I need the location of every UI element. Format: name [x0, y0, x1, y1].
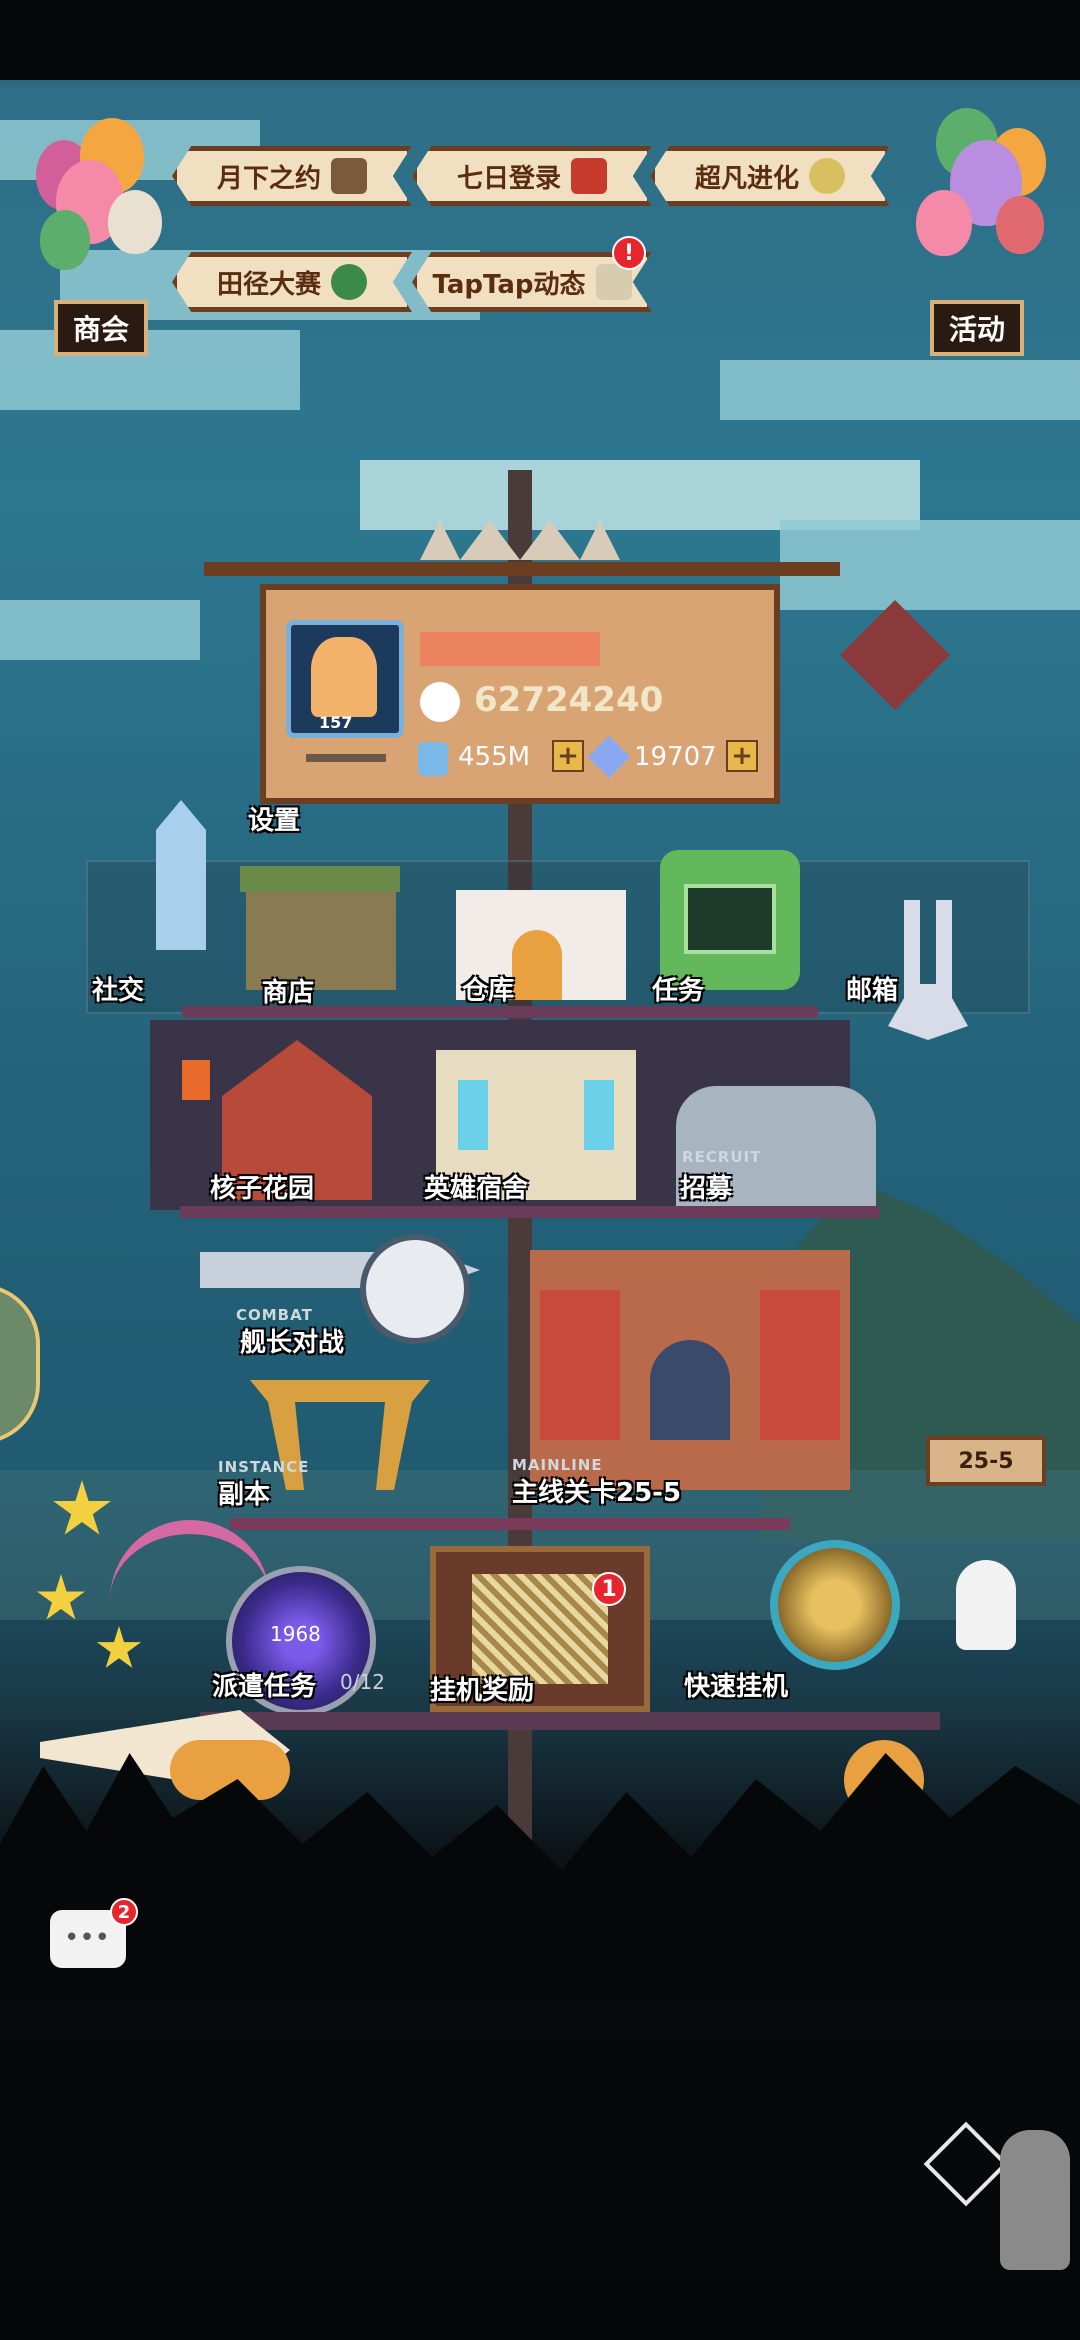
lucky-seven-icon: [571, 158, 607, 194]
captain-battle-button[interactable]: 舰长对战: [240, 1322, 344, 1359]
crate-net: [472, 1574, 608, 1684]
event-label: 七日登录: [456, 163, 561, 194]
coins-value: 62724240: [474, 680, 664, 720]
cloud: [720, 360, 1080, 420]
event-seven-day-login-button[interactable]: 七日登录: [412, 146, 652, 206]
dice-icon[interactable]: [923, 2121, 1009, 2207]
recruit-tag: RECRUIT: [682, 1148, 762, 1166]
evolution-icon: [809, 158, 845, 194]
gems-value: 19707: [634, 742, 717, 772]
tasks-button[interactable]: 任务: [652, 970, 704, 1007]
hero-dorm-button[interactable]: 英雄宿舍: [424, 1168, 528, 1205]
dispatch-tasks-button[interactable]: 派遣任务: [212, 1666, 316, 1703]
game-screen: 商会 活动 月下之约 七日登录 超凡进化 田径大赛 TapTap动态 ! 157…: [0, 0, 1080, 2340]
idle-reward-badge: 1: [592, 1572, 626, 1606]
banner-rod: [204, 562, 840, 576]
status-bar: [0, 0, 1080, 80]
idle-reward-button[interactable]: 挂机奖励: [430, 1670, 534, 1707]
castle-tower: [540, 1290, 620, 1440]
hero-portrait-icon: [311, 637, 377, 717]
balloon-icon: [916, 190, 972, 256]
balloon-icon: [40, 210, 90, 270]
social-button[interactable]: 社交: [92, 970, 144, 1007]
side-hero-button[interactable]: [0, 1284, 40, 1444]
quick-idle-wheel[interactable]: [770, 1540, 900, 1670]
event-label: 超凡进化: [694, 163, 799, 194]
warehouse-button[interactable]: 仓库: [462, 970, 514, 1007]
coin-pot-icon: [420, 682, 460, 722]
cloud: [0, 600, 200, 660]
mainline-castle[interactable]: [530, 1250, 850, 1490]
player-avatar[interactable]: 157: [286, 620, 404, 738]
potion-value: 455M: [458, 742, 531, 772]
floor-shelf: [180, 1206, 880, 1218]
cloud: [0, 330, 300, 410]
player-name-redacted: [420, 632, 600, 666]
quick-idle-button[interactable]: 快速挂机: [684, 1666, 788, 1703]
assistant-character[interactable]: [1000, 2130, 1070, 2270]
potion-icon: [418, 742, 448, 776]
floor-shelf: [230, 1518, 790, 1530]
mailbox-button[interactable]: 邮箱: [846, 970, 898, 1007]
add-potion-button[interactable]: +: [552, 740, 584, 772]
settings-button[interactable]: 设置: [248, 800, 300, 837]
balloon-icon: [108, 190, 162, 254]
chest-icon: [331, 158, 367, 194]
chat-badge: 2: [110, 1898, 138, 1926]
activity-label: 活动: [930, 300, 1024, 356]
recruit-button[interactable]: 招募: [680, 1168, 732, 1205]
shop-button[interactable]: 商店: [262, 972, 314, 1009]
warehouse-door: [512, 930, 562, 1000]
combat-gear-icon: [360, 1234, 470, 1344]
notification-badge: !: [612, 236, 646, 270]
star-icon: [96, 1626, 142, 1668]
mainline-stage-button[interactable]: 主线关卡25-5: [512, 1472, 681, 1509]
chat-dots-icon: •••: [64, 1923, 111, 1953]
portal-count: 1968: [270, 1622, 321, 1646]
shop-guild-label: 商会: [54, 300, 148, 356]
castle-gate: [650, 1340, 730, 1440]
stage-signpost[interactable]: 25-5: [926, 1436, 1046, 1486]
add-gems-button[interactable]: +: [726, 740, 758, 772]
core-garden-button[interactable]: 核子花园: [210, 1168, 314, 1205]
castle-tower: [760, 1290, 840, 1440]
unicorn-icon: [956, 1560, 1016, 1650]
player-level: 157: [319, 713, 353, 732]
lantern-icon: [182, 1060, 210, 1100]
dorm-window: [458, 1080, 488, 1150]
balloon-icon: [996, 196, 1044, 254]
task-board-screen: [684, 884, 776, 954]
shop-awning: [240, 866, 400, 892]
floor-shelf: [182, 1006, 818, 1018]
event-athletics-button[interactable]: 田径大赛: [172, 252, 412, 312]
event-label: 田径大赛: [216, 269, 321, 300]
dispatch-progress: 0/12: [340, 1670, 385, 1694]
event-moon-pact-button[interactable]: 月下之约: [172, 146, 412, 206]
dorm-window: [584, 1080, 614, 1150]
crystal-obelisk-icon: [156, 800, 206, 950]
event-evolution-button[interactable]: 超凡进化: [650, 146, 890, 206]
exp-bar: [306, 754, 386, 762]
medal-icon: [331, 264, 367, 300]
event-label: TapTap动态: [432, 269, 586, 300]
instance-button[interactable]: 副本: [218, 1474, 270, 1511]
task-board-frog[interactable]: [660, 850, 800, 990]
tower-base: [200, 1712, 940, 1730]
mask-emblem-icon[interactable]: [840, 600, 950, 710]
event-label: 月下之约: [216, 163, 321, 194]
